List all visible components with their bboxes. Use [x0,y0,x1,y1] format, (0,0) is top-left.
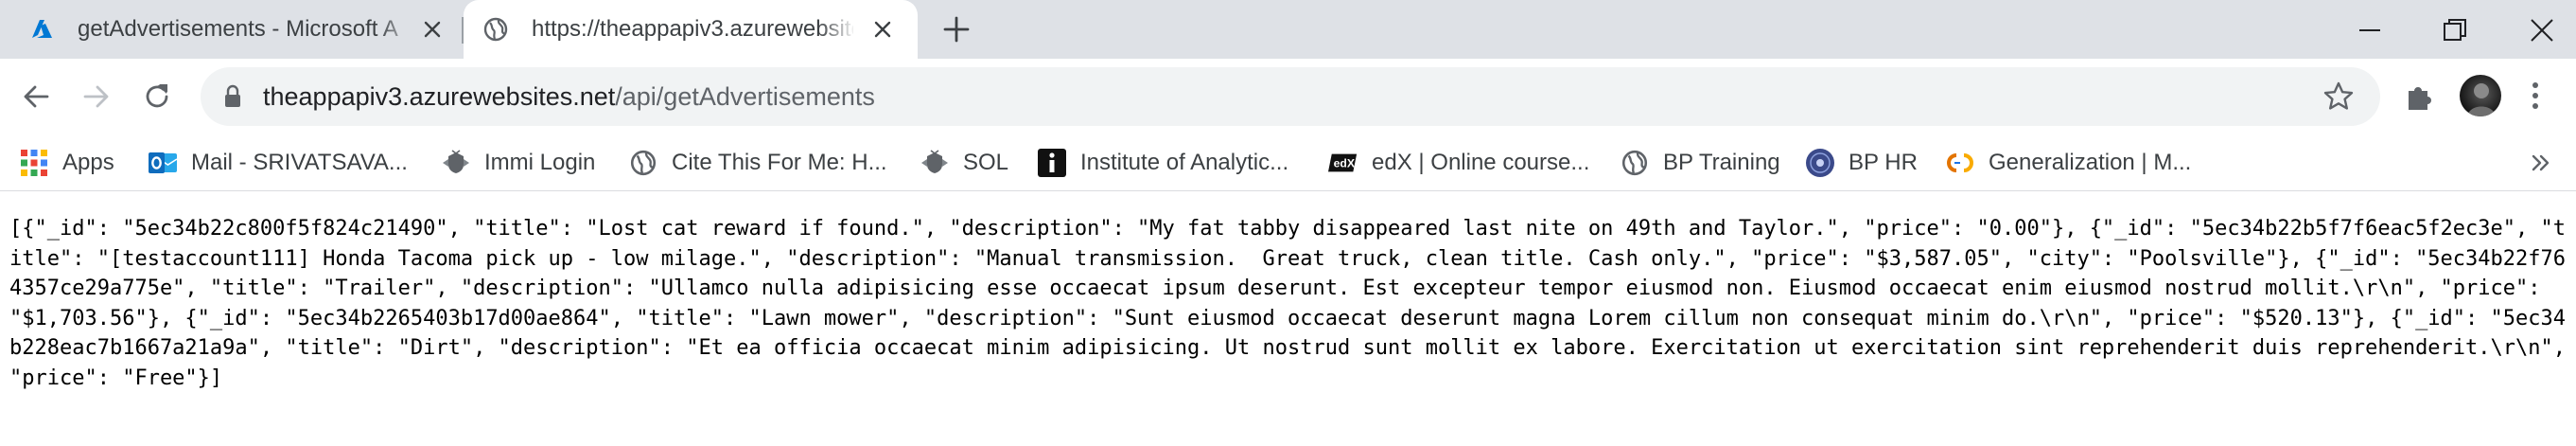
globe-icon [628,148,658,178]
bookmark-sol[interactable]: SOL [920,142,1008,184]
chevron-double-right-icon[interactable] [2528,150,2554,176]
bookmark-cite-this-for-me[interactable]: Cite This For Me: H... [628,142,887,184]
bookmark-label: Mail - SRIVATSAVA... [191,150,408,175]
apps-grid-icon [19,148,49,178]
url-host: theappapiv3.azurewebsites.net [263,82,616,111]
lock-icon[interactable] [223,84,242,109]
close-tab-icon[interactable] [420,17,445,42]
bookmark-label: SOL [963,150,1009,175]
azure-icon [32,20,52,38]
profile-avatar[interactable] [2460,75,2501,116]
globe-icon [1620,148,1650,178]
australia-crest-icon [441,148,471,178]
bookmark-label: Institute of Analytic... [1080,150,1289,175]
tab-title: https://theappapiv3.azurewebsite [532,16,853,42]
back-arrow-icon[interactable] [19,80,53,114]
outlook-icon [148,148,178,178]
edx-icon: edX [1328,148,1358,178]
new-tab-icon[interactable] [942,15,971,44]
tab-get-advertisements[interactable]: getAdvertisements - Microsoft A [0,0,464,59]
page-content: [{"_id": "5ec34b22c800f5f824c21490", "ti… [9,214,2568,393]
bookmark-label: edX | Online course... [1372,150,1590,175]
bookmarks-bar: Apps Mail - SRIVATSAVA... Immi Login Cit… [0,134,2576,191]
address-bar[interactable]: theappapiv3.azurewebsites.net/api/getAdv… [201,67,2380,126]
svg-text:edX: edX [1334,157,1356,170]
extensions-puzzle-icon[interactable] [2403,78,2439,114]
json-response-text: [{"_id": "5ec34b22c800f5f824c21490", "ti… [9,217,2567,390]
bookmark-bp-training[interactable]: BP Training [1620,142,1780,184]
browser-toolbar: theappapiv3.azurewebsites.net/api/getAdv… [0,59,2576,134]
globe-icon [483,17,508,42]
minimize-icon[interactable] [2351,11,2389,49]
bp-hr-icon [1805,148,1835,178]
tab-strip: getAdvertisements - Microsoft A https://… [0,0,2576,59]
info-icon [1037,148,1067,178]
bookmark-immi-login[interactable]: Immi Login [441,142,595,184]
google-colab-icon [1945,148,1975,178]
forward-arrow-icon[interactable] [79,80,114,114]
bookmark-generalization[interactable]: Generalization | M... [1945,142,2191,184]
url-path: /api/getAdvertisements [615,82,875,111]
restore-icon[interactable] [2436,11,2474,49]
tab-title-fade [378,13,416,45]
reload-icon[interactable] [140,80,174,114]
bookmark-bp-hr[interactable]: BP HR [1805,142,1918,184]
bookmark-label: Apps [62,150,114,175]
bookmark-label: Generalization | M... [1989,150,2192,175]
bookmark-apps[interactable]: Apps [19,142,114,184]
close-window-icon[interactable] [2523,11,2561,49]
bookmark-label: Cite This For Me: H... [672,150,887,175]
url-text[interactable]: theappapiv3.azurewebsites.net/api/getAdv… [263,82,875,111]
close-tab-icon[interactable] [870,17,895,42]
australia-crest-icon [920,148,950,178]
bookmark-edx[interactable]: edX edX | Online course... [1328,142,1589,184]
bookmark-mail[interactable]: Mail - SRIVATSAVA... [148,142,408,184]
profile-photo-icon [2467,83,2496,116]
tab-title-fade [818,13,856,45]
bookmark-label: BP Training [1663,150,1780,175]
tab-title: getAdvertisements - Microsoft A [78,16,398,42]
bookmark-star-icon[interactable] [2322,80,2355,113]
bookmark-label: Immi Login [484,150,596,175]
kebab-menu-icon[interactable] [2524,78,2547,114]
bookmark-label: BP HR [1849,150,1918,175]
tab-api-response[interactable]: https://theappapiv3.azurewebsite [464,0,918,59]
bookmark-institute-of-analytics[interactable]: Institute of Analytic... [1037,142,1288,184]
